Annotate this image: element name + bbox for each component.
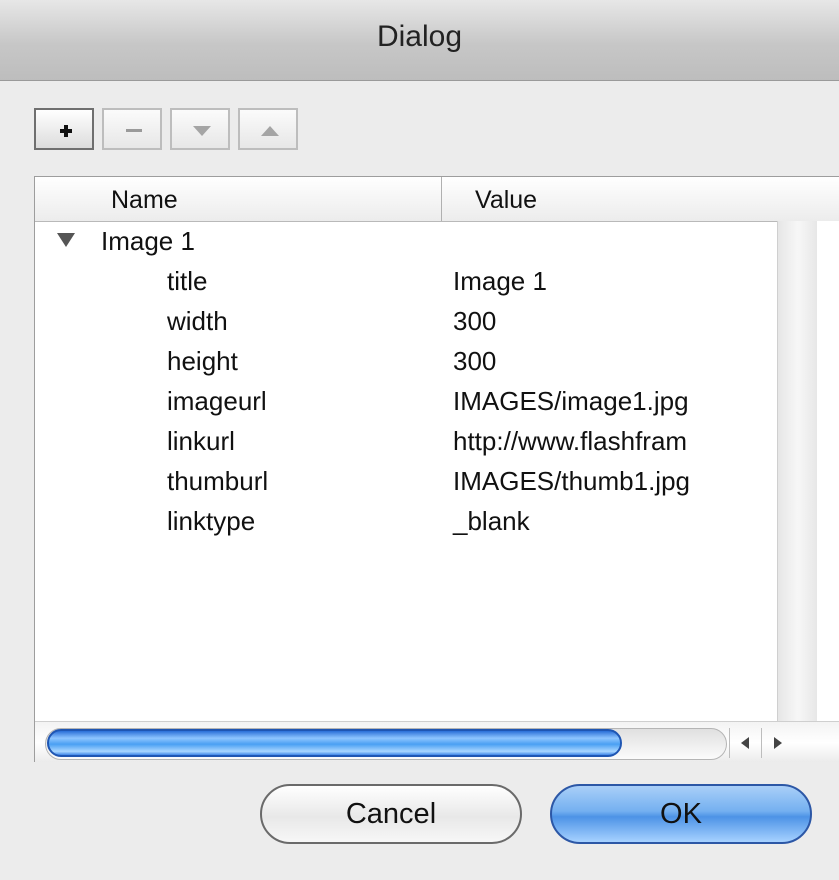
ok-button[interactable]: OK: [550, 784, 812, 844]
horizontal-scroll-thumb[interactable]: [47, 729, 622, 757]
move-down-button[interactable]: [170, 108, 230, 150]
row-value: IMAGES/image1.jpg: [453, 386, 689, 416]
row-value: Image 1: [453, 266, 547, 296]
cancel-button[interactable]: Cancel: [260, 784, 522, 844]
row-name: height: [167, 346, 238, 376]
column-header-value[interactable]: Value: [475, 177, 537, 221]
horizontal-scrollbar[interactable]: [35, 721, 839, 762]
row-name: imageurl: [167, 386, 267, 416]
arrow-up-icon: [261, 126, 279, 136]
add-icon: [60, 125, 72, 137]
row-name: thumburl: [167, 466, 269, 496]
row-name: width: [167, 306, 228, 336]
scroll-left-button[interactable]: [729, 728, 761, 758]
group-label: Image 1: [101, 226, 195, 256]
arrow-down-icon: [193, 126, 211, 136]
row-value: 300: [453, 346, 497, 376]
remove-icon: [126, 129, 142, 132]
remove-button[interactable]: [102, 108, 162, 150]
table-header: Name Value: [35, 177, 839, 222]
row-value: _blank: [453, 506, 530, 536]
row-name: linkurl: [167, 426, 235, 456]
column-divider[interactable]: [441, 177, 442, 221]
property-table[interactable]: Name Value Image 1 title Image 1 width 3…: [34, 176, 839, 762]
row-value: 300: [453, 306, 497, 336]
row-name: linktype: [167, 506, 256, 536]
disclosure-triangle-icon[interactable]: [57, 233, 75, 247]
arrow-right-icon: [774, 737, 782, 749]
row-value: http://www.flashfram: [453, 426, 688, 456]
vertical-scrollbar[interactable]: [777, 221, 818, 721]
row-value: IMAGES/thumb1.jpg: [453, 466, 690, 496]
table-edge: [817, 221, 839, 721]
scroll-right-button[interactable]: [761, 728, 793, 758]
column-header-name[interactable]: Name: [111, 177, 178, 221]
row-name: title: [167, 266, 208, 296]
title-bar[interactable]: Dialog: [0, 0, 839, 81]
arrow-left-icon: [741, 737, 749, 749]
window-title: Dialog: [376, 20, 463, 53]
move-up-button[interactable]: [238, 108, 298, 150]
add-button[interactable]: [34, 108, 94, 150]
